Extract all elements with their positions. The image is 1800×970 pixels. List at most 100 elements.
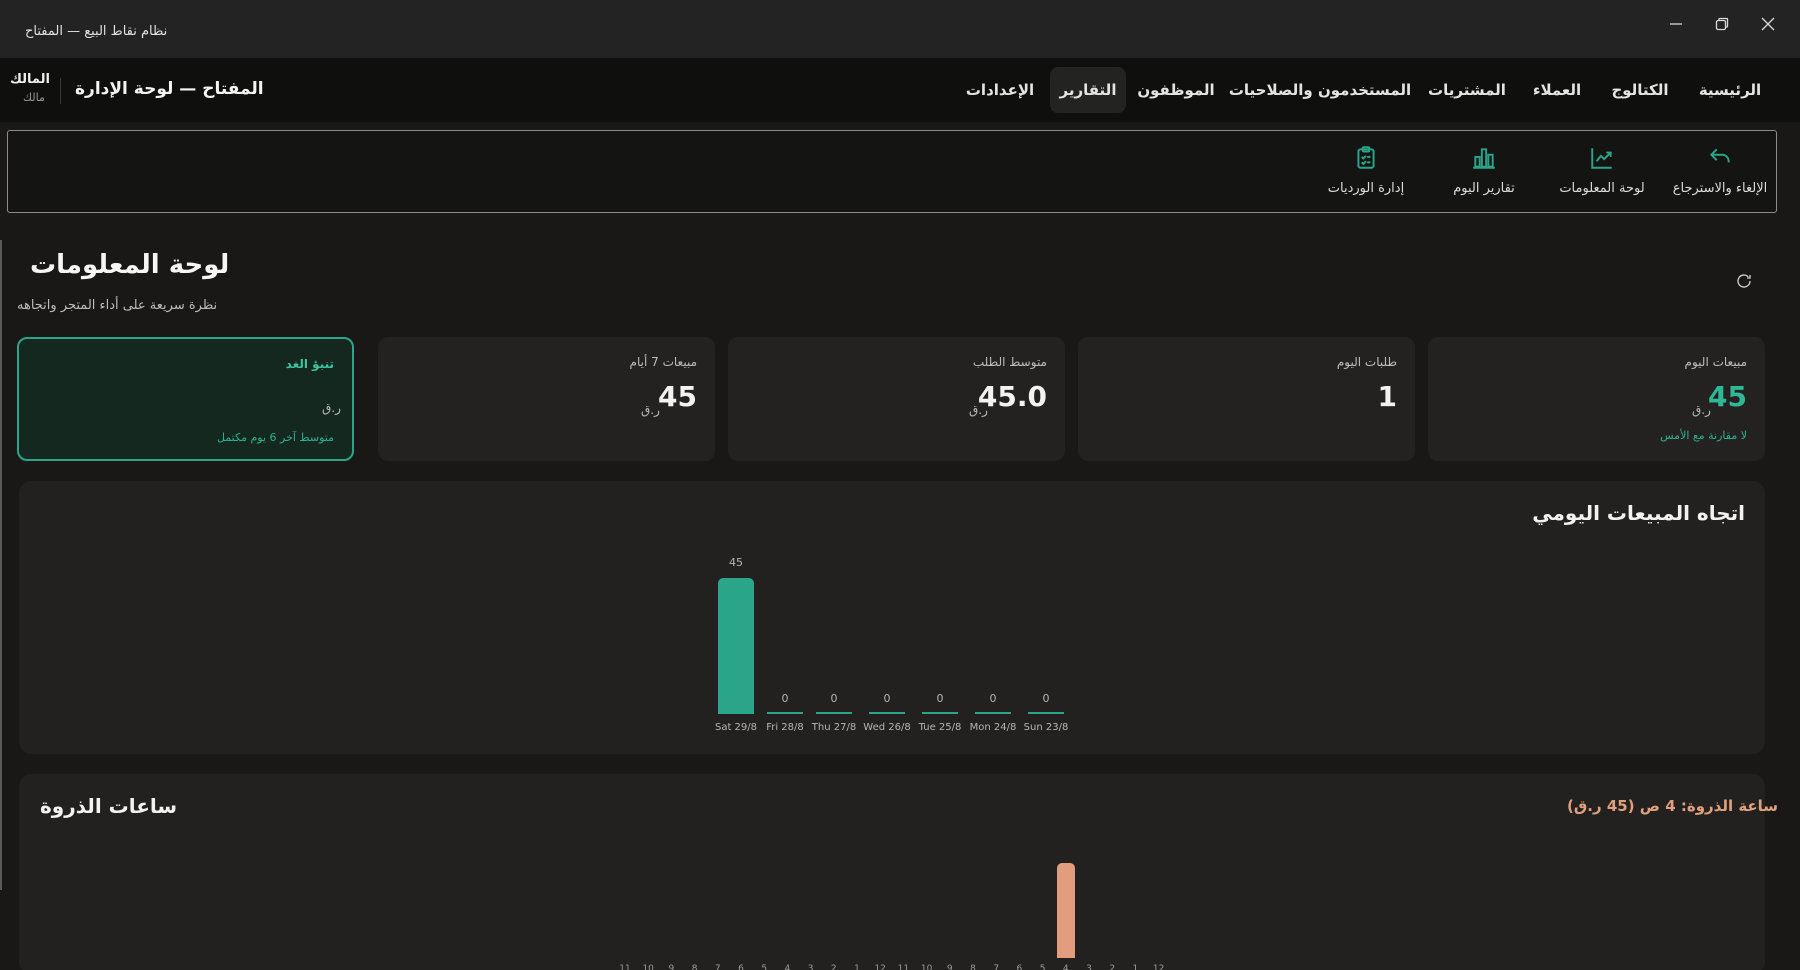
today-reports-label: تقارير اليوم xyxy=(1453,181,1515,196)
undo-returns-label: الإلغاء والاسترجاع xyxy=(1672,181,1768,196)
peak-hour-label: 10 xyxy=(920,964,933,970)
card-value: 45 xyxy=(658,380,697,413)
peak-hour-label: 12 xyxy=(874,964,886,970)
window-titlebar: نظام نقاط البيع — المفتاح xyxy=(0,0,1800,58)
trend-value-label: 0 xyxy=(830,692,838,705)
undo-icon xyxy=(1709,148,1730,163)
window-title: نظام نقاط البيع — المفتاح xyxy=(25,24,168,39)
peak-hour-label: 6 xyxy=(738,964,744,970)
shifts-management-button[interactable]: إدارة الورديات xyxy=(1311,143,1421,196)
peak-hour-label: 1 xyxy=(854,964,860,970)
nav-catalog[interactable]: الكتالوج xyxy=(1598,67,1682,113)
nav-employees[interactable]: الموظفون xyxy=(1136,67,1216,113)
peak-hour-label: 9 xyxy=(946,964,953,970)
peak-hour-label: 5 xyxy=(761,964,768,970)
app-title: المفتاح — لوحة الإدارة xyxy=(75,79,264,99)
minimize-button[interactable] xyxy=(1656,13,1696,35)
peak-hour-label: 11 xyxy=(897,964,910,970)
refresh-icon xyxy=(1737,274,1751,288)
trend-bar xyxy=(975,712,1011,714)
nav-settings[interactable]: الإعدادات xyxy=(960,67,1040,113)
scroll-indicator xyxy=(0,240,2,890)
trend-value-label: 0 xyxy=(936,692,944,705)
trend-value-label: 0 xyxy=(1042,692,1050,705)
avg-order-card: متوسط الطلب 45.0 ر.ق xyxy=(728,337,1065,461)
peak-hour-label: 3 xyxy=(1086,964,1092,970)
peak-hour-info: ساعة الذروة: 4 ص (45 ر.ق) xyxy=(1567,797,1779,815)
page-title: لوحة المعلومات xyxy=(30,250,230,280)
user-role: مالك xyxy=(23,91,45,104)
peak-panel-title: ساعات الذروة xyxy=(40,794,178,818)
today-sales-card: مبيعات اليوم 45 ر.ق لا مقارنة مع الأمس xyxy=(1428,337,1765,461)
peak-hour-label: 4 xyxy=(1062,964,1069,970)
minimize-icon xyxy=(1670,23,1682,25)
divider xyxy=(60,78,61,104)
nav-users-permissions[interactable]: المستخدمون والصلاحيات xyxy=(1228,67,1412,113)
peak-hour-label: 9 xyxy=(668,964,675,970)
peak-hour-label: 12 xyxy=(1152,964,1165,970)
peak-hour-bar xyxy=(1056,863,1075,958)
trend-x-label: Sun 23/8 xyxy=(1023,722,1069,733)
user-name: المالك xyxy=(10,72,50,87)
trend-bar xyxy=(922,712,958,714)
user-info[interactable]: المالك مالك xyxy=(10,72,50,104)
card-value: 45.0 xyxy=(977,380,1047,413)
trend-bar xyxy=(718,578,754,714)
restore-button[interactable] xyxy=(1702,13,1742,35)
nav-purchases[interactable]: المشتريات xyxy=(1420,67,1514,113)
forecast-card: تنبؤ الغد ر.ق متوسط آخر 6 يوم مكتمل xyxy=(17,337,354,461)
daily-trend-panel: اتجاه المبيعات اليومي 45 Sat 29/8 0 Fri 28/… xyxy=(19,481,1765,754)
card-currency: ر.ق xyxy=(969,403,988,417)
card-value: 45 xyxy=(1708,380,1747,413)
peak-hour-label: 11 xyxy=(619,964,631,970)
close-button[interactable] xyxy=(1748,13,1788,35)
card-currency: ر.ق xyxy=(322,401,341,415)
peak-hour-label: 4 xyxy=(784,964,791,970)
card-label: تنبؤ الغد xyxy=(285,357,334,371)
peak-hour-label: 8 xyxy=(970,964,976,970)
peak-hour-label: 8 xyxy=(691,964,698,970)
dashboard-label: لوحة المعلومات xyxy=(1559,181,1645,196)
today-reports-button[interactable]: تقارير اليوم xyxy=(1429,143,1539,196)
reports-subtoolbar: الإلغاء والاسترجاع لوحة المعلومات تقارير… xyxy=(7,130,1777,213)
nav-customers[interactable]: العملاء xyxy=(1518,67,1596,113)
bar-chart-icon xyxy=(1473,148,1495,169)
trend-value-label: 45 xyxy=(729,556,743,569)
peak-hour-label: 2 xyxy=(830,964,837,970)
card-label: مبيعات اليوم xyxy=(1684,355,1747,369)
trend-bar xyxy=(869,712,905,714)
peak-hour-label: 7 xyxy=(993,964,1000,970)
card-label: متوسط الطلب xyxy=(972,355,1047,369)
close-icon xyxy=(1761,17,1775,31)
card-label: مبيعات 7 أيام xyxy=(629,355,697,369)
peak-hour-label: 1 xyxy=(1132,964,1139,970)
card-note: لا مقارنة مع الأمس xyxy=(1660,429,1747,442)
card-currency: ر.ق xyxy=(641,403,660,417)
peak-hour-label: 5 xyxy=(1039,964,1046,970)
today-orders-card: طلبات اليوم 1 xyxy=(1078,337,1415,461)
undo-returns-button[interactable]: الإلغاء والاسترجاع xyxy=(1665,143,1775,196)
dashboard-button[interactable]: لوحة المعلومات xyxy=(1547,143,1657,196)
clipboard-check-icon xyxy=(1357,146,1375,169)
trend-bar xyxy=(767,712,803,714)
nav-home[interactable]: الرئيسية xyxy=(1686,67,1774,113)
week-sales-card: مبيعات 7 أيام 45 ر.ق xyxy=(378,337,715,461)
top-navigation: المالك مالك المفتاح — لوحة الإدارة الرئي… xyxy=(0,58,1800,122)
peak-hour-label: 3 xyxy=(807,964,814,970)
refresh-button[interactable] xyxy=(1735,272,1753,294)
card-currency: ر.ق xyxy=(1692,403,1711,417)
peak-hour-label: 2 xyxy=(1109,964,1116,970)
shifts-management-label: إدارة الورديات xyxy=(1327,181,1405,196)
trend-value-label: 0 xyxy=(883,692,891,705)
peak-hour-label: 10 xyxy=(642,964,654,970)
line-chart-icon xyxy=(1591,148,1612,169)
trend-panel-title: اتجاه المبيعات اليومي xyxy=(1532,501,1745,525)
card-value: 1 xyxy=(1377,380,1397,413)
nav-reports[interactable]: التقارير xyxy=(1050,67,1126,113)
page-subtitle: نظرة سريعة على أداء المتجر واتجاهه xyxy=(17,298,218,313)
restore-icon xyxy=(1715,17,1729,31)
trend-value-label: 0 xyxy=(989,692,997,705)
trend-bar xyxy=(1028,712,1064,714)
peak-hour-label: 6 xyxy=(1016,964,1023,970)
card-note: متوسط آخر 6 يوم مكتمل xyxy=(216,431,334,444)
